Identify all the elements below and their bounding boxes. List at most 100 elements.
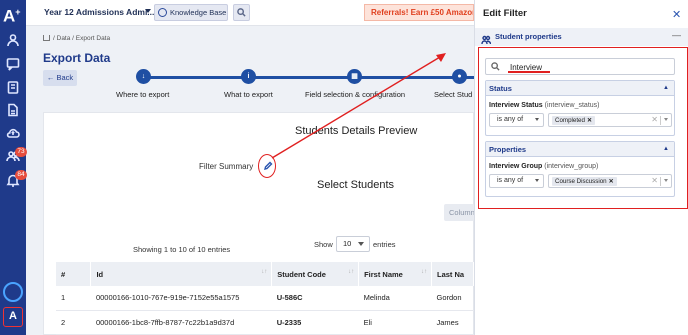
field-key: (interview_group) xyxy=(544,163,598,170)
field-label: Interview Group xyxy=(489,163,542,170)
field-key: (interview_status) xyxy=(545,102,600,109)
students-table: # Id ↓↑ Student Code ↓↑ First Name ↓↑ Last … xyxy=(56,262,474,335)
value-select[interactable]: Course Discussion✕ ✕ xyxy=(548,174,672,188)
sort-icon[interactable]: ↓↑ xyxy=(261,269,267,275)
document-icon[interactable] xyxy=(5,102,21,118)
page-title: Export Data xyxy=(43,51,110,65)
clear-icon[interactable]: ✕ xyxy=(651,115,658,124)
cloud-upload-icon[interactable] xyxy=(5,125,21,141)
operator-select[interactable]: is any of xyxy=(489,113,544,127)
chevron-up-icon[interactable]: ▲ xyxy=(663,81,669,96)
header-label: Student Code xyxy=(277,270,326,279)
app-logo[interactable]: A+ xyxy=(3,2,23,22)
entries-info: Showing 1 to 10 of 10 entries xyxy=(133,245,230,254)
filter-summary-label: Filter Summary xyxy=(199,162,253,171)
referral-banner[interactable]: Referrals! Earn £50 Amazon xyxy=(364,4,474,21)
entries-label: entries xyxy=(373,240,396,249)
chat-icon[interactable] xyxy=(5,56,21,72)
cell-last-name: James xyxy=(431,310,473,334)
page-size-select[interactable]: 10 xyxy=(336,236,370,252)
clear-icon[interactable]: ✕ xyxy=(651,176,658,185)
help-ring-icon[interactable] xyxy=(3,282,23,302)
back-button[interactable]: ← Back xyxy=(43,70,77,86)
separator xyxy=(660,116,661,125)
col-header-index[interactable]: # xyxy=(56,262,91,286)
cell-student-code: U-586C xyxy=(272,286,359,310)
step-field-selection[interactable]: Field selection & configuration xyxy=(305,90,405,99)
field-interview-group: Interview Group (interview_group) xyxy=(489,163,598,170)
chip-remove-icon[interactable]: ✕ xyxy=(587,117,592,124)
value-chip: Course Discussion✕ xyxy=(552,177,617,186)
header-label: First Name xyxy=(364,270,403,279)
chevron-up-icon[interactable]: ▲ xyxy=(663,142,669,157)
help-circle-icon xyxy=(158,8,167,17)
breadcrumb: / Data / Export Data xyxy=(43,35,110,42)
breadcrumb-data[interactable]: Data xyxy=(57,35,71,42)
close-icon[interactable]: ✕ xyxy=(672,8,681,21)
chevron-down-icon xyxy=(535,179,539,182)
operator-select[interactable]: is any of xyxy=(489,174,544,188)
sort-icon[interactable]: ↓↑ xyxy=(348,269,354,275)
users-step-icon[interactable]: ● xyxy=(452,69,467,84)
cell-index: 2 xyxy=(56,310,91,334)
status-group-header[interactable]: Status▲ xyxy=(486,81,674,96)
search-button[interactable] xyxy=(233,4,250,21)
download-icon[interactable]: ↓ xyxy=(136,69,151,84)
table-row[interactable]: 1 00000166-1010-767e-919e-7152e55a1575 U… xyxy=(56,286,474,310)
select-students-title: Select Students xyxy=(317,179,394,191)
app-window: A+ 73 84 A Year 12 Admissions Admi... Kn… xyxy=(0,0,688,335)
step-where-to-export[interactable]: Where to export xyxy=(116,90,169,99)
home-icon[interactable] xyxy=(43,35,50,41)
knowledge-base-button[interactable]: Knowledge Base xyxy=(154,4,228,21)
header-label: # xyxy=(61,270,65,279)
step-select-students[interactable]: Select Stud xyxy=(434,90,472,99)
cell-index: 1 xyxy=(56,286,91,310)
step-what-to-export[interactable]: What to export xyxy=(224,90,273,99)
cell-student-code: U-2335 xyxy=(272,310,359,334)
search-icon xyxy=(491,62,500,71)
col-header-first-name[interactable]: First Name ↓↑ xyxy=(359,262,432,286)
group-title: Properties xyxy=(489,145,526,154)
cell-first-name: Eli xyxy=(359,310,432,334)
top-bar: Year 12 Admissions Admi... Knowledge Bas… xyxy=(26,0,474,26)
field-label: Interview Status xyxy=(489,102,543,109)
users-icon[interactable] xyxy=(5,32,21,48)
columns-button[interactable]: Column xyxy=(444,204,474,221)
chevron-down-icon[interactable] xyxy=(145,9,151,13)
value-select[interactable]: Completed✕ ✕ xyxy=(548,113,672,127)
school-selector[interactable]: Year 12 Admissions Admi... xyxy=(44,7,154,17)
value-chip: Completed✕ xyxy=(552,116,595,125)
grid-icon[interactable]: ▦ xyxy=(347,69,362,84)
properties-group: Properties ▲ Interview Group (interview_g… xyxy=(485,141,675,197)
header-label: Last Na xyxy=(437,270,464,279)
account-logo[interactable]: A xyxy=(3,307,23,327)
alerts-badge: 84 xyxy=(15,170,27,180)
logo-plus: + xyxy=(15,7,20,17)
logo-letter: A xyxy=(3,7,15,26)
col-header-student-code[interactable]: Student Code ↓↑ xyxy=(272,262,359,286)
cell-first-name: Melinda xyxy=(359,286,432,310)
collapse-icon[interactable]: — xyxy=(672,30,681,40)
status-group: Status▲ Interview Status (interview_stat… xyxy=(485,80,675,136)
table-row[interactable]: 2 00000166-1bc8-7ffb-8787-7c22b1a9d37d U… xyxy=(56,310,474,334)
header-label: Id xyxy=(96,270,103,279)
cell-last-name: Gordon xyxy=(431,286,473,310)
student-properties-label: Student properties xyxy=(495,32,562,41)
col-header-id[interactable]: Id ↓↑ xyxy=(91,262,272,286)
field-interview-status: Interview Status (interview_status) xyxy=(489,102,600,109)
preview-title: Students Details Preview xyxy=(295,125,417,137)
sort-icon[interactable]: ↓↑ xyxy=(421,269,427,275)
info-icon[interactable]: i xyxy=(241,69,256,84)
properties-group-header[interactable]: Properties ▲ xyxy=(486,142,674,157)
student-properties-header[interactable]: Student properties — xyxy=(475,28,688,46)
chevron-down-icon[interactable] xyxy=(664,118,668,121)
knowledge-base-label: Knowledge Base xyxy=(170,8,226,17)
search-icon xyxy=(237,8,246,17)
col-header-last-name[interactable]: Last Na xyxy=(431,262,473,286)
chip-remove-icon[interactable]: ✕ xyxy=(609,178,614,185)
chevron-down-icon[interactable] xyxy=(664,179,668,182)
clipboard-icon[interactable] xyxy=(5,79,21,95)
notification-badge: 73 xyxy=(15,147,27,157)
cell-id: 00000166-1010-767e-919e-7152e55a1575 xyxy=(91,286,272,310)
page-size-value: 10 xyxy=(343,239,351,248)
